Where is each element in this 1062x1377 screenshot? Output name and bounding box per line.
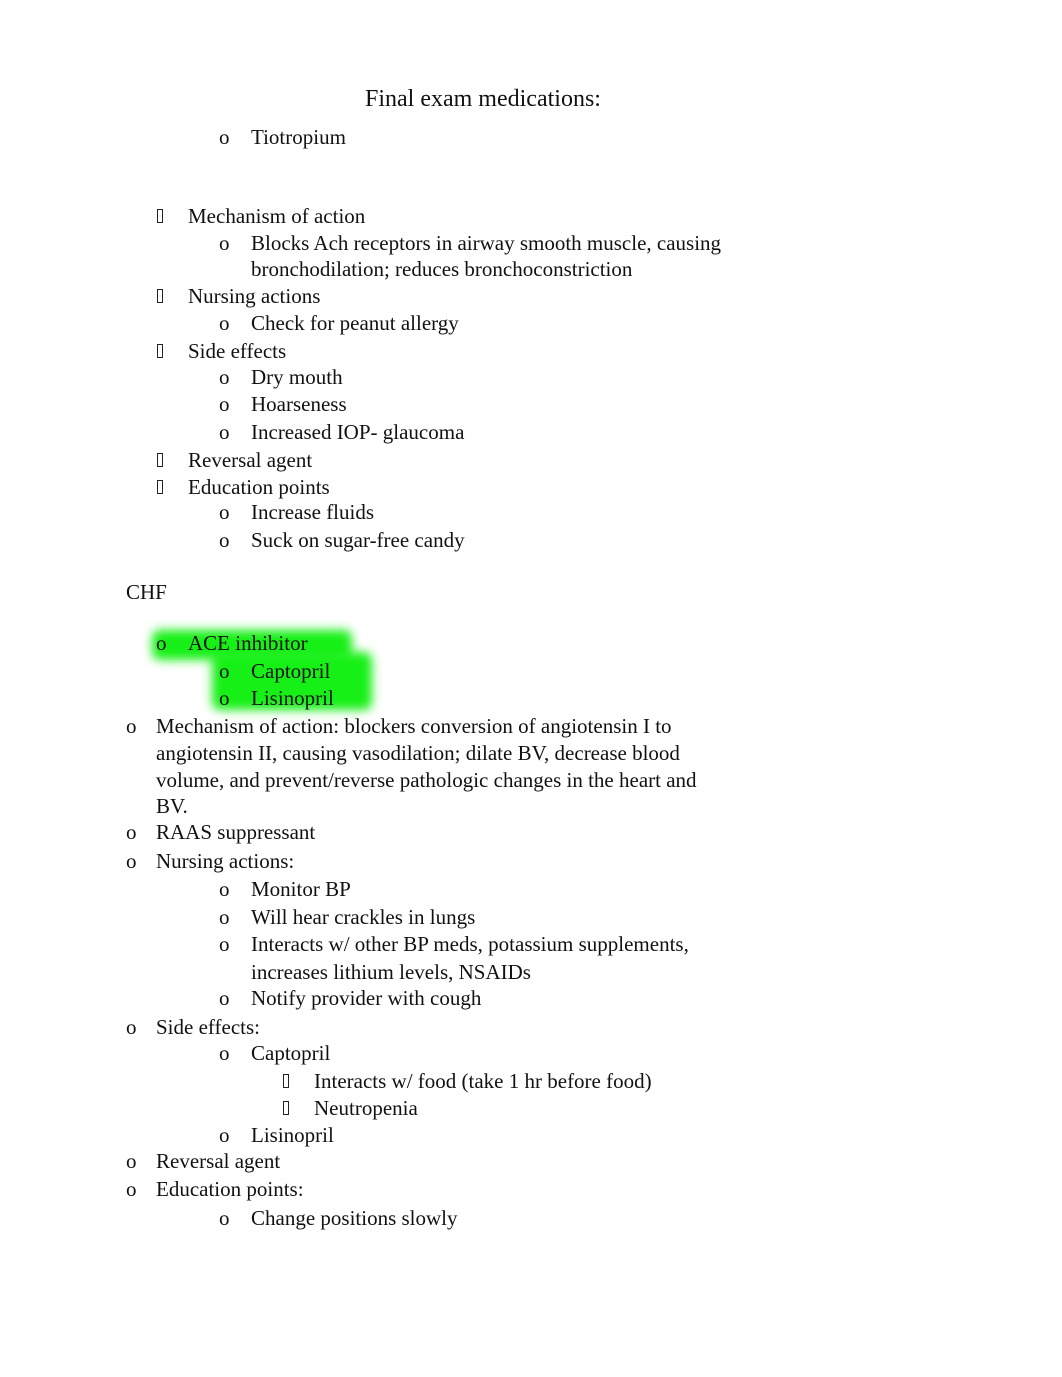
square-bullet-icon — [157, 203, 163, 229]
bullet-circle: o — [219, 500, 230, 524]
list-item: Will hear crackles in lungs — [251, 905, 476, 929]
square-bullet-icon — [283, 1095, 289, 1121]
page-title: Final exam medications: — [365, 86, 601, 112]
mechanism-text: angiotensin II, causing vasodilation; di… — [156, 741, 680, 765]
list-item: Notify provider with cough — [251, 986, 482, 1010]
bullet-circle: o — [219, 528, 230, 552]
bullet-circle: o — [219, 986, 230, 1010]
list-item: Interacts w/ other BP meds, potassium su… — [251, 932, 689, 956]
list-item: Increase fluids — [251, 500, 375, 524]
list-item: Monitor BP — [251, 877, 351, 901]
side-effects-label: Side effects — [188, 339, 287, 363]
document-page: Final exam medications: o Tiotropium Mec… — [0, 0, 1062, 1377]
bullet-circle: o — [219, 365, 230, 389]
bullet-circle: o — [126, 1015, 137, 1039]
mechanism-text: bronchodilation; reduces bronchoconstric… — [251, 257, 633, 281]
bullet-circle: o — [219, 1041, 230, 1065]
square-bullet-icon — [283, 1068, 289, 1094]
nursing-label: Nursing actions: — [156, 849, 295, 873]
bullet-circle: o — [126, 849, 137, 873]
list-item: Increased IOP- glaucoma — [251, 420, 465, 444]
list-item: Interacts w/ food (take 1 hr before food… — [314, 1069, 652, 1093]
mechanism-text: Blocks Ach receptors in airway smooth mu… — [251, 231, 722, 255]
mechanism-text: Mechanism of action: blockers conversion… — [156, 714, 672, 738]
bullet-circle: o — [126, 820, 137, 844]
bullet-circle: o — [219, 1123, 230, 1147]
list-item: increases lithium levels, NSAIDs — [251, 960, 531, 984]
bullet-circle: o — [219, 905, 230, 929]
list-item: Check for peanut allergy — [251, 311, 459, 335]
list-item: RAAS suppressant — [156, 820, 316, 844]
side-effects-label: Side effects: — [156, 1015, 260, 1039]
list-item: Hoarseness — [251, 392, 347, 416]
nursing-label: Nursing actions — [188, 284, 321, 308]
education-label: Education points: — [156, 1177, 304, 1201]
mechanism-text: volume, and prevent/reverse pathologic c… — [156, 768, 697, 792]
drug-name: Lisinopril — [251, 1123, 334, 1147]
education-label: Education points — [188, 475, 330, 499]
bullet-circle: o — [126, 1149, 137, 1173]
list-item: Neutropenia — [314, 1096, 418, 1120]
bullet-circle: o — [219, 686, 230, 710]
mechanism-label: Mechanism of action — [188, 204, 366, 228]
drug-name: Lisinopril — [251, 686, 334, 710]
section-heading: CHF — [126, 580, 167, 604]
bullet-circle: o — [219, 420, 230, 444]
square-bullet-icon — [157, 283, 163, 309]
mechanism-text: BV. — [156, 794, 188, 818]
bullet-circle: o — [219, 231, 230, 255]
bullet-circle: o — [126, 714, 137, 738]
list-item: Change positions slowly — [251, 1206, 458, 1230]
bullet-circle: o — [156, 631, 167, 655]
drug-class: ACE inhibitor — [188, 631, 308, 655]
bullet-circle: o — [126, 1177, 137, 1201]
list-item: Suck on sugar-free candy — [251, 528, 465, 552]
bullet-circle: o — [219, 392, 230, 416]
drug-name: Captopril — [251, 659, 331, 683]
drug-name: Captopril — [251, 1041, 331, 1065]
bullet-circle: o — [219, 932, 230, 956]
reversal-label: Reversal agent — [156, 1149, 281, 1173]
bullet-circle: o — [219, 1206, 230, 1230]
square-bullet-icon — [157, 474, 163, 500]
square-bullet-icon — [157, 447, 163, 473]
bullet-circle: o — [219, 659, 230, 683]
bullet-circle: o — [219, 125, 230, 149]
drug-name: Tiotropium — [251, 125, 346, 149]
list-item: Dry mouth — [251, 365, 343, 389]
bullet-circle: o — [219, 311, 230, 335]
bullet-circle: o — [219, 877, 230, 901]
reversal-label: Reversal agent — [188, 448, 313, 472]
square-bullet-icon — [157, 338, 163, 364]
